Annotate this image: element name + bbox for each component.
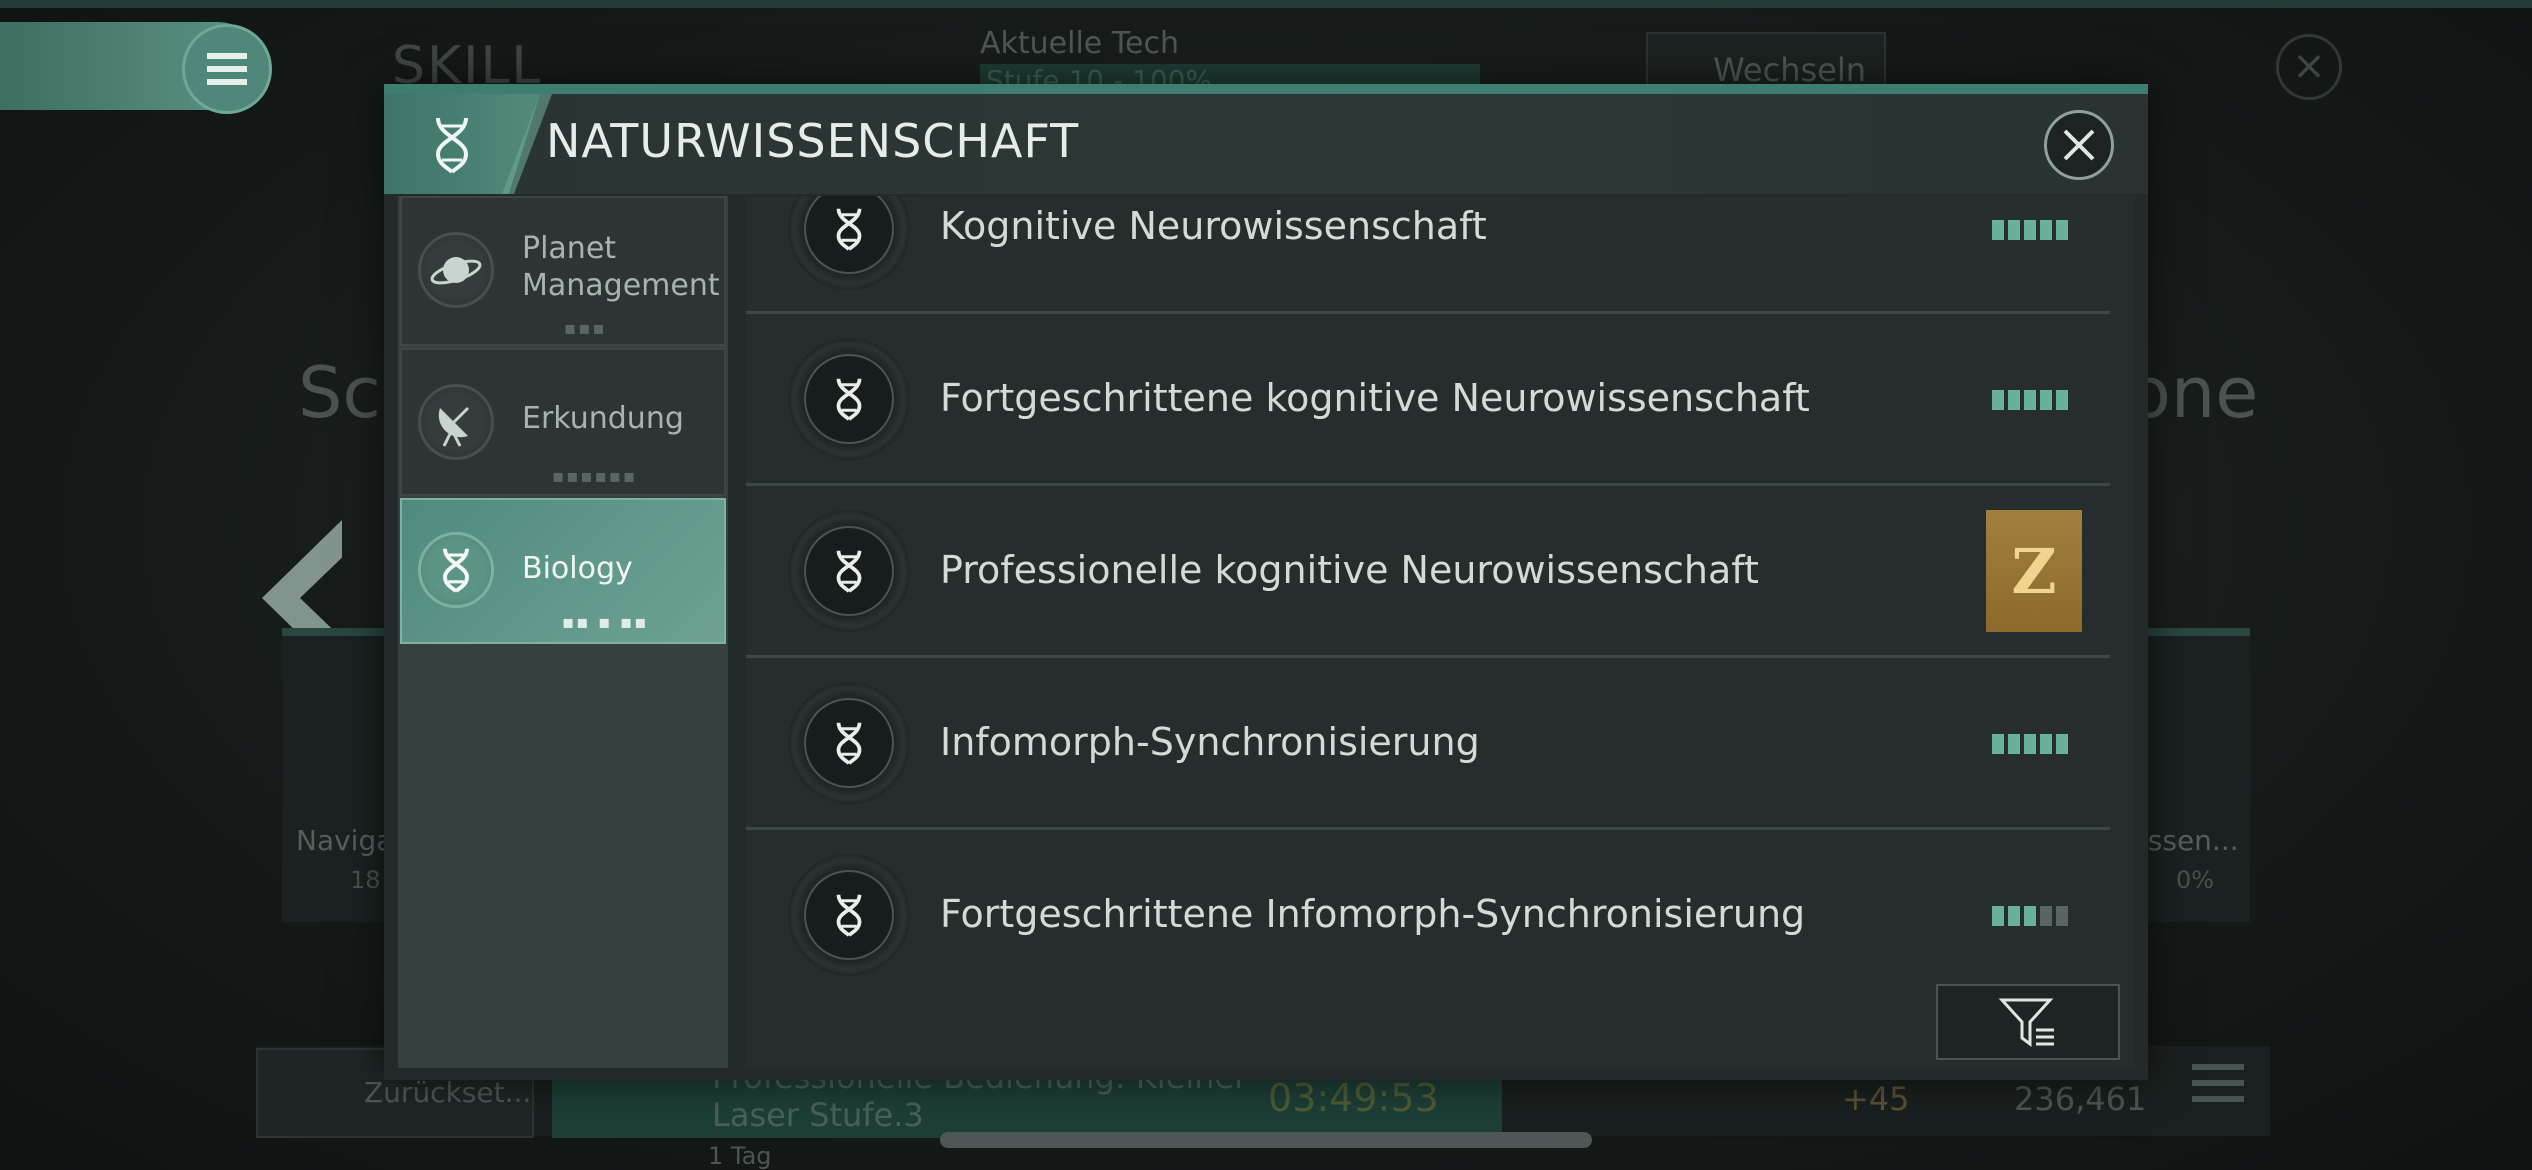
level-pip xyxy=(2024,390,2036,410)
dna-icon xyxy=(804,870,894,960)
list-bottom-mask xyxy=(746,1038,2134,1068)
dna-icon xyxy=(804,196,894,274)
resource-count: 236,461 xyxy=(2014,1080,2147,1118)
planet-icon xyxy=(418,232,494,308)
skill-name: Infomorph-Synchronisierung xyxy=(940,720,1480,764)
hamburger-icon xyxy=(207,66,247,72)
level-pip xyxy=(2040,390,2052,410)
level-pip xyxy=(2040,734,2052,754)
skill-name: Fortgeschrittene kognitive Neurowissensc… xyxy=(940,376,1810,420)
level-pip xyxy=(2056,734,2068,754)
level-pip xyxy=(2024,906,2036,926)
reset-label: Zurückset... xyxy=(364,1076,532,1109)
skill-row[interactable]: Fortgeschrittene Infomorph-Synchronisier… xyxy=(746,830,2110,1002)
skill-z-badge: Z xyxy=(1986,510,2082,632)
level-pip xyxy=(2024,734,2036,754)
current-tech-label: Aktuelle Tech xyxy=(980,26,1179,61)
skill-icon-frame xyxy=(788,854,910,976)
right-card-value: 0% xyxy=(2176,866,2215,894)
skill-name: Kognitive Neurowissenschaft xyxy=(940,204,1487,248)
skill-name: Professionelle kognitive Neurowissenscha… xyxy=(940,548,1759,592)
dna-icon xyxy=(435,117,469,174)
skill-row[interactable]: Professionelle kognitive Neurowissenscha… xyxy=(746,486,2110,658)
level-pip xyxy=(2008,220,2020,240)
right-card-title: issen... xyxy=(2140,824,2239,857)
skill-row[interactable]: Infomorph-Synchronisierung xyxy=(746,658,2110,830)
category-progress-dots: ▪▪ ▪ ▪▪ xyxy=(562,612,649,633)
skill-icon-frame xyxy=(788,510,910,632)
level-pip xyxy=(2008,906,2020,926)
level-pip xyxy=(2056,220,2068,240)
category-label: Planet Management xyxy=(522,231,720,303)
level-pip xyxy=(1992,734,2004,754)
level-pip xyxy=(2040,220,2052,240)
level-pip xyxy=(2008,734,2020,754)
category-sidebar: Planet Management ▪▪▪ Erkundung ▪▪▪▪▪▪ B… xyxy=(398,196,728,1068)
left-card-value: 18 xyxy=(350,866,381,894)
close-button[interactable] xyxy=(2044,110,2114,180)
left-card-title: Naviga xyxy=(296,824,394,857)
skill-name: Fortgeschrittene Infomorph-Synchronisier… xyxy=(940,892,1806,936)
dna-icon xyxy=(418,532,494,608)
menu-button[interactable] xyxy=(182,24,272,114)
level-pip xyxy=(2056,906,2068,926)
close-icon xyxy=(2063,129,2095,161)
category-progress-dots: ▪▪▪▪▪▪ xyxy=(552,466,638,487)
resource-plus: +45 xyxy=(1842,1080,1910,1118)
category-label: Biology xyxy=(522,551,633,586)
category-progress-dots: ▪▪▪ xyxy=(564,318,607,339)
dna-icon xyxy=(804,354,894,444)
level-pip xyxy=(1992,906,2004,926)
skill-icon-frame xyxy=(788,338,910,460)
queue-timer: 03:49:53 xyxy=(1268,1076,1439,1120)
skill-list[interactable]: Kognitive Neurowissenschaft Fortgeschrit… xyxy=(746,196,2134,1068)
level-pip xyxy=(2040,906,2052,926)
category-biology[interactable]: Biology ▪▪ ▪ ▪▪ xyxy=(400,498,726,644)
skill-icon-frame xyxy=(788,682,910,804)
dialog-title: NATURWISSENSCHAFT xyxy=(546,114,1080,168)
queue-days: 1 Tag xyxy=(708,1142,772,1170)
filter-button[interactable] xyxy=(1936,984,2120,1060)
level-pip xyxy=(2008,390,2020,410)
home-indicator xyxy=(940,1132,1592,1148)
level-pip xyxy=(2024,220,2036,240)
skill-level-bar xyxy=(1992,220,2068,240)
dna-icon xyxy=(804,698,894,788)
skill-icon-frame xyxy=(788,196,910,290)
category-planet-management[interactable]: Planet Management ▪▪▪ xyxy=(400,196,726,346)
science-dialog: NATURWISSENSCHAFT Planet Management ▪▪▪ xyxy=(384,84,2148,1080)
dna-icon xyxy=(804,526,894,616)
satellite-dish-icon xyxy=(418,384,494,460)
background-close-icon[interactable]: × xyxy=(2276,34,2342,100)
queue-line-2: Laser Stufe.3 xyxy=(712,1096,924,1134)
level-pip xyxy=(1992,220,2004,240)
background-heading-left: Sc xyxy=(298,352,381,434)
category-label: Erkundung xyxy=(522,401,684,436)
filter-icon xyxy=(1998,998,2054,1047)
dialog-top-accent xyxy=(384,84,2148,94)
level-pip xyxy=(2056,390,2068,410)
skill-level-bar xyxy=(1992,734,2068,754)
skill-row[interactable]: Kognitive Neurowissenschaft xyxy=(746,196,2110,314)
top-bar xyxy=(0,0,2532,8)
skill-row[interactable]: Fortgeschrittene kognitive Neurowissensc… xyxy=(746,314,2110,486)
bottom-menu-icon[interactable] xyxy=(2192,1080,2244,1086)
skill-level-bar xyxy=(1992,906,2068,926)
level-pip xyxy=(1992,390,2004,410)
category-erkundung[interactable]: Erkundung ▪▪▪▪▪▪ xyxy=(400,348,726,496)
skill-level-bar xyxy=(1992,390,2068,410)
